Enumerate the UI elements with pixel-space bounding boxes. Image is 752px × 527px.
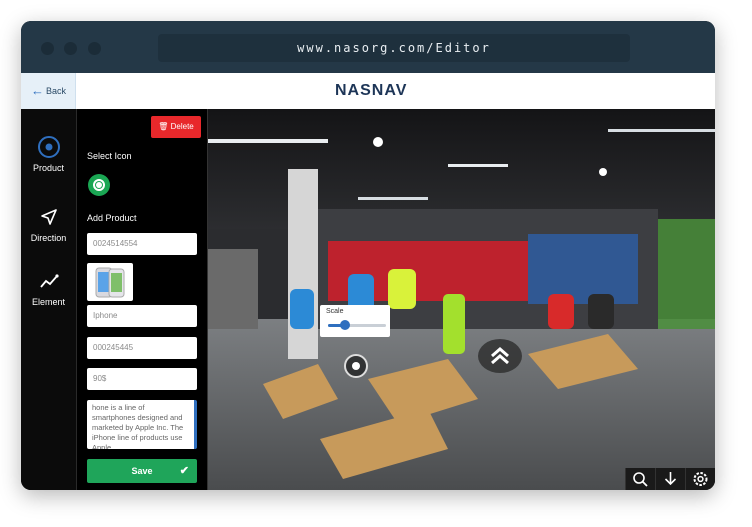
browser-window: www.nasorg.com/Editor ← Back NASNAV Prod… xyxy=(21,21,715,490)
sidebar-item-label: Element xyxy=(31,297,66,307)
trash-icon: 🗑 xyxy=(158,122,169,131)
search-icon xyxy=(633,472,648,487)
download-button[interactable] xyxy=(655,468,685,490)
icon-option-radio[interactable] xyxy=(88,174,110,196)
product-name-field[interactable]: Iphone xyxy=(87,305,197,327)
product-image-thumbnail[interactable] xyxy=(87,263,133,301)
back-arrow-icon: ← xyxy=(31,83,44,98)
product-code-field[interactable]: 0024514554 xyxy=(87,233,197,255)
browser-titlebar: www.nasorg.com/Editor xyxy=(21,21,715,73)
delete-button[interactable]: 🗑 Delete xyxy=(151,116,201,138)
direction-arrow-icon xyxy=(40,209,57,225)
zoom-search-button[interactable] xyxy=(625,468,655,490)
check-icon: ✔ xyxy=(179,465,189,477)
back-button[interactable]: ← Back xyxy=(21,73,76,109)
select-icon-label: Select Icon xyxy=(87,151,132,161)
scale-label: Scale xyxy=(326,308,344,315)
sidebar-item-direction[interactable]: Direction xyxy=(21,205,76,243)
app-logo: NASNAV xyxy=(335,82,408,99)
back-label: Back xyxy=(46,86,67,96)
save-button[interactable]: Save ✔ xyxy=(87,459,197,483)
product-target-icon xyxy=(37,136,60,158)
window-dot-close[interactable] xyxy=(41,42,54,55)
sidebar-item-label: Product xyxy=(32,163,65,173)
settings-icon xyxy=(693,472,708,486)
navigation-arrow-button[interactable] xyxy=(478,339,522,373)
tool-sidebar: Product Direction Element xyxy=(21,109,77,490)
save-label: Save xyxy=(131,466,153,476)
sidebar-item-element[interactable]: Element xyxy=(21,269,76,307)
sku-field[interactable]: 000245445 xyxy=(87,337,197,359)
store-360-viewer[interactable]: Scale xyxy=(208,109,715,490)
sidebar-item-label: Direction xyxy=(30,233,67,243)
product-hotspot-marker[interactable] xyxy=(344,354,368,378)
product-panel: 🗑 Delete Select Icon Add Product 0024514… xyxy=(77,109,208,490)
store-scene-image xyxy=(208,109,715,490)
phone-image xyxy=(95,267,125,298)
address-bar[interactable]: www.nasorg.com/Editor xyxy=(158,34,630,62)
element-chart-icon xyxy=(39,274,59,288)
app-header: ← Back NASNAV xyxy=(21,73,715,109)
window-dot-minimize[interactable] xyxy=(64,42,77,55)
settings-button[interactable] xyxy=(685,468,715,490)
scale-control: Scale xyxy=(320,305,390,337)
window-dot-maximize[interactable] xyxy=(88,42,101,55)
price-field[interactable]: 90$ xyxy=(87,368,197,390)
download-icon xyxy=(664,472,677,486)
scale-slider-knob[interactable] xyxy=(340,320,351,330)
sidebar-item-product[interactable]: Product xyxy=(21,135,76,173)
description-textarea[interactable]: hone is a line of smartphones designed a… xyxy=(87,400,197,449)
delete-label: Delete xyxy=(170,122,194,131)
add-product-label: Add Product xyxy=(87,213,137,223)
double-chevron-up-icon xyxy=(491,347,509,365)
viewer-toolbar xyxy=(625,468,715,490)
